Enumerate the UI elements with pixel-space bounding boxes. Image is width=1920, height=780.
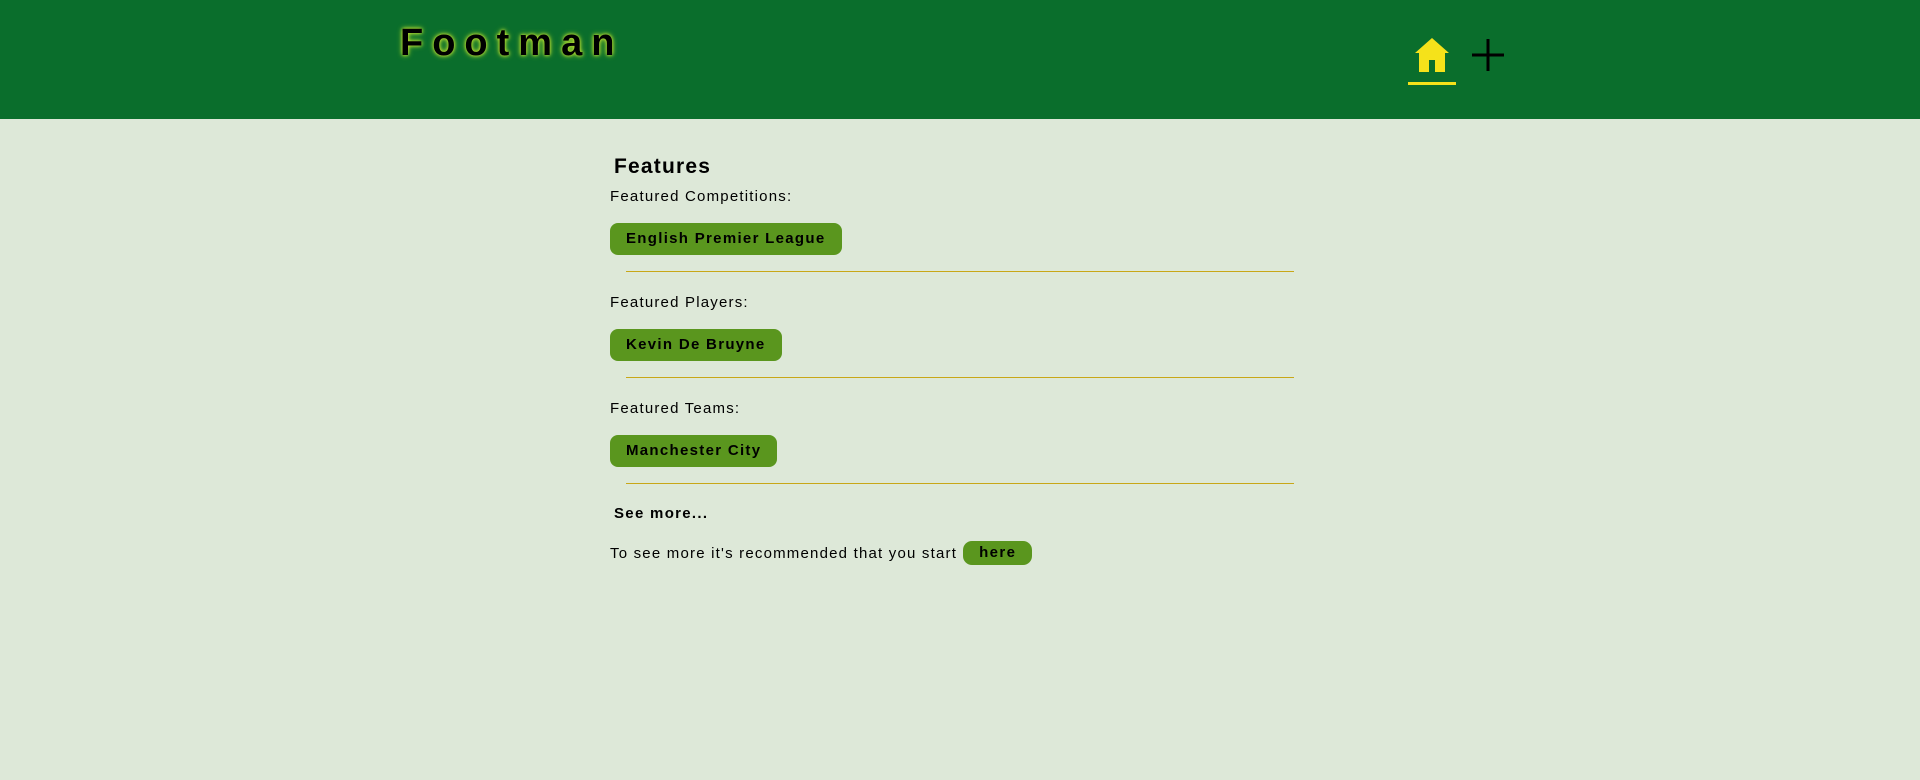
app-logo[interactable]: Footman (400, 22, 623, 65)
team-button[interactable]: Manchester City (610, 435, 778, 467)
plus-icon (1472, 39, 1504, 71)
features-title: Features (614, 155, 712, 178)
nav-home[interactable] (1408, 36, 1456, 86)
home-icon (1415, 38, 1449, 72)
here-button[interactable]: here (963, 541, 1033, 565)
competition-button[interactable]: English Premier League (610, 223, 842, 255)
cta-row: To see more it's recommended that you st… (610, 541, 1033, 565)
section-divider (626, 377, 1294, 378)
section-divider (626, 483, 1294, 484)
nav-add[interactable] (1470, 37, 1506, 73)
see-more-heading: See more... (614, 505, 709, 522)
featured-teams-label: Featured Teams: (610, 400, 741, 417)
top-header: Footman (0, 0, 1920, 119)
active-nav-underline (1408, 82, 1456, 85)
section-divider (626, 271, 1294, 272)
player-button[interactable]: Kevin De Bruyne (610, 329, 782, 361)
cta-text: To see more it's recommended that you st… (610, 544, 958, 562)
featured-players-label: Featured Players: (610, 294, 749, 311)
featured-competitions-label: Featured Competitions: (610, 188, 793, 205)
